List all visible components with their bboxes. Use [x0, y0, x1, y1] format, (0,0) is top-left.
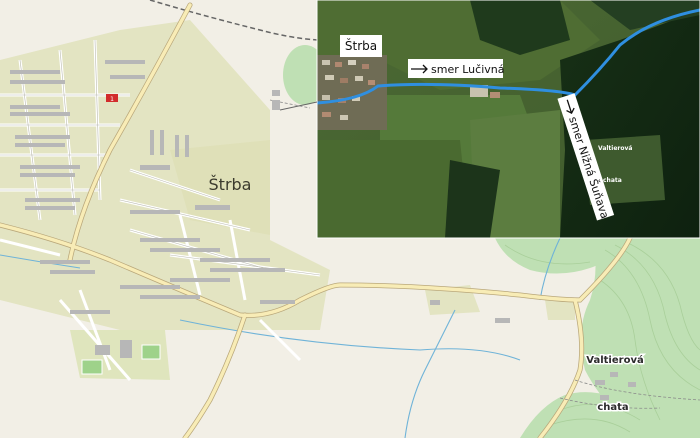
sports-pitch	[141, 344, 161, 360]
town-label: Štrba	[209, 175, 252, 194]
map-view[interactable]: 1 Štrba Valtierová chata Štrba smer Luči…	[0, 0, 700, 438]
map-canvas: 1 Štrba Valtierová chata Štrba smer Luči…	[0, 0, 700, 438]
river-meadow	[545, 300, 575, 320]
sports-pitch	[81, 359, 103, 375]
inset-town-label: Štrba	[345, 38, 377, 53]
road-marker-label: 1	[110, 96, 114, 103]
satellite-inset: Štrba smer Lučivná smer Nižná Šuňava Val…	[317, 0, 700, 238]
direction-east-label: smer Lučivná	[431, 63, 504, 76]
inset-chata-subtitle: chata	[603, 177, 622, 184]
chata-title-label: Valtierová	[586, 354, 643, 366]
chata-subtitle-label: chata	[597, 402, 628, 413]
inset-chata-title: Valtierová	[598, 145, 632, 152]
